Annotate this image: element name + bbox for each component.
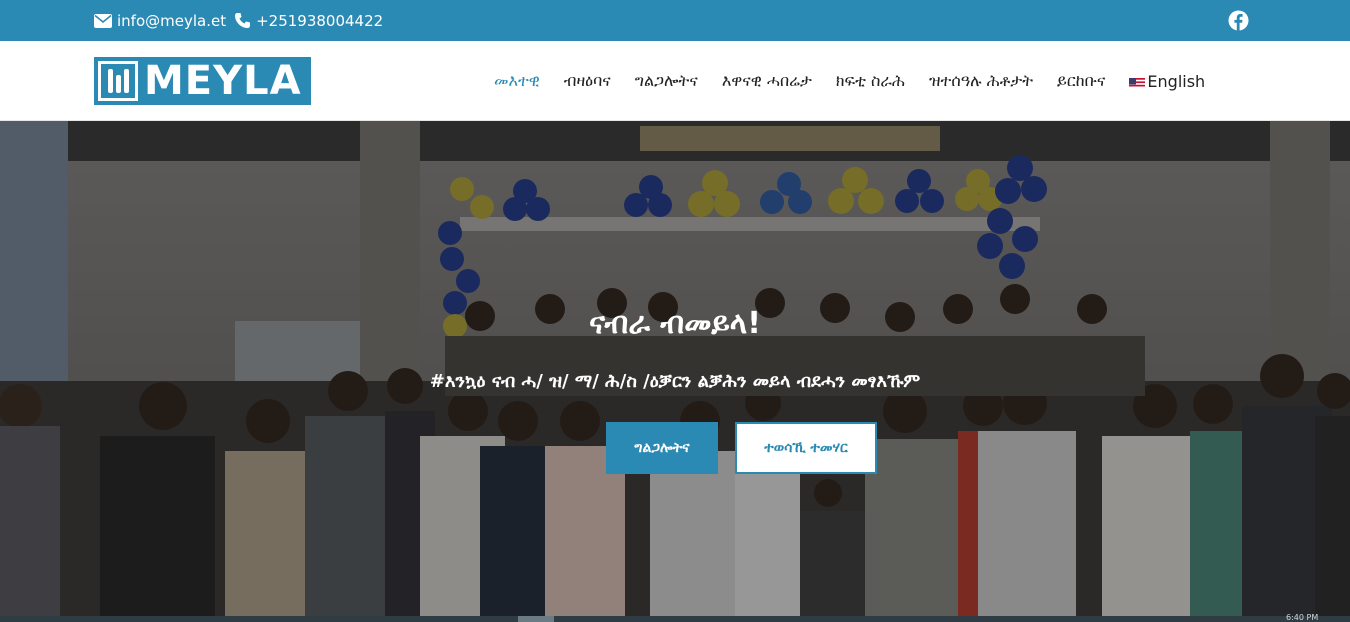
- email-contact[interactable]: info@meyla.et: [94, 12, 226, 30]
- contact-info: info@meyla.et +251938004422: [94, 0, 383, 41]
- nav-item-faq[interactable]: ዝተሰዓሉ ሕቶታት: [929, 71, 1033, 91]
- nav-item-vacancies[interactable]: ክፍቲ ስራሕ: [836, 71, 905, 91]
- phone-text[interactable]: +251938004422: [256, 12, 383, 30]
- hero-banner: ናብራ ብመይላ! #እንኳዕ ናብ ሓ/ ዝ/ ማ/ ሕ/ስ /ዕቓርን ልቓ…: [0, 121, 1350, 616]
- phone-contact[interactable]: +251938004422: [234, 12, 383, 30]
- phone-icon: [234, 12, 251, 29]
- envelope-icon: [94, 13, 112, 28]
- language-switcher[interactable]: English: [1129, 72, 1205, 91]
- taskbar: 6:40 PM: [0, 613, 1350, 622]
- nav-item-contact[interactable]: ይርከቡና: [1057, 71, 1105, 91]
- meyla-logo[interactable]: MEYLA: [94, 57, 311, 105]
- us-flag-icon: [1129, 75, 1146, 87]
- top-contact-bar: info@meyla.et +251938004422: [0, 0, 1350, 41]
- hero-overlay: [0, 121, 1350, 616]
- taskbar-tab[interactable]: [518, 616, 554, 622]
- hero-subtitle: #እንኳዕ ናብ ሓ/ ዝ/ ማ/ ሕ/ስ /ዕቓርን ልቓሕን መይላ ብደሓ…: [429, 371, 921, 392]
- nav-item-about[interactable]: ብዛዕባና: [564, 71, 611, 91]
- services-button[interactable]: ግልጋሎትና: [606, 422, 718, 474]
- site-header: MEYLA መእተዊ ብዛዕባና ግልጋሎትና እዋናዊ ሓበሬታ ክፍቲ ስራ…: [0, 41, 1350, 121]
- nav-item-services[interactable]: ግልጋሎትና: [635, 71, 698, 91]
- language-label[interactable]: English: [1147, 72, 1205, 91]
- main-nav: መእተዊ ብዛዕባና ግልጋሎትና እዋናዊ ሓበሬታ ክፍቲ ስራሕ ዝተሰዓ…: [494, 41, 1205, 121]
- learn-more-button[interactable]: ተወሳኺ ተመሃር: [735, 422, 877, 474]
- nav-item-news[interactable]: እዋናዊ ሓበሬታ: [722, 71, 812, 91]
- logo-mark-icon: [98, 61, 138, 101]
- logo-text: MEYLA: [144, 58, 302, 104]
- hero-title: ናብራ ብመይላ!: [589, 306, 761, 341]
- nav-item-home[interactable]: መእተዊ: [494, 71, 540, 91]
- facebook-icon[interactable]: [1228, 10, 1249, 31]
- taskbar-clock: 6:40 PM: [1286, 613, 1319, 622]
- email-text[interactable]: info@meyla.et: [117, 12, 226, 30]
